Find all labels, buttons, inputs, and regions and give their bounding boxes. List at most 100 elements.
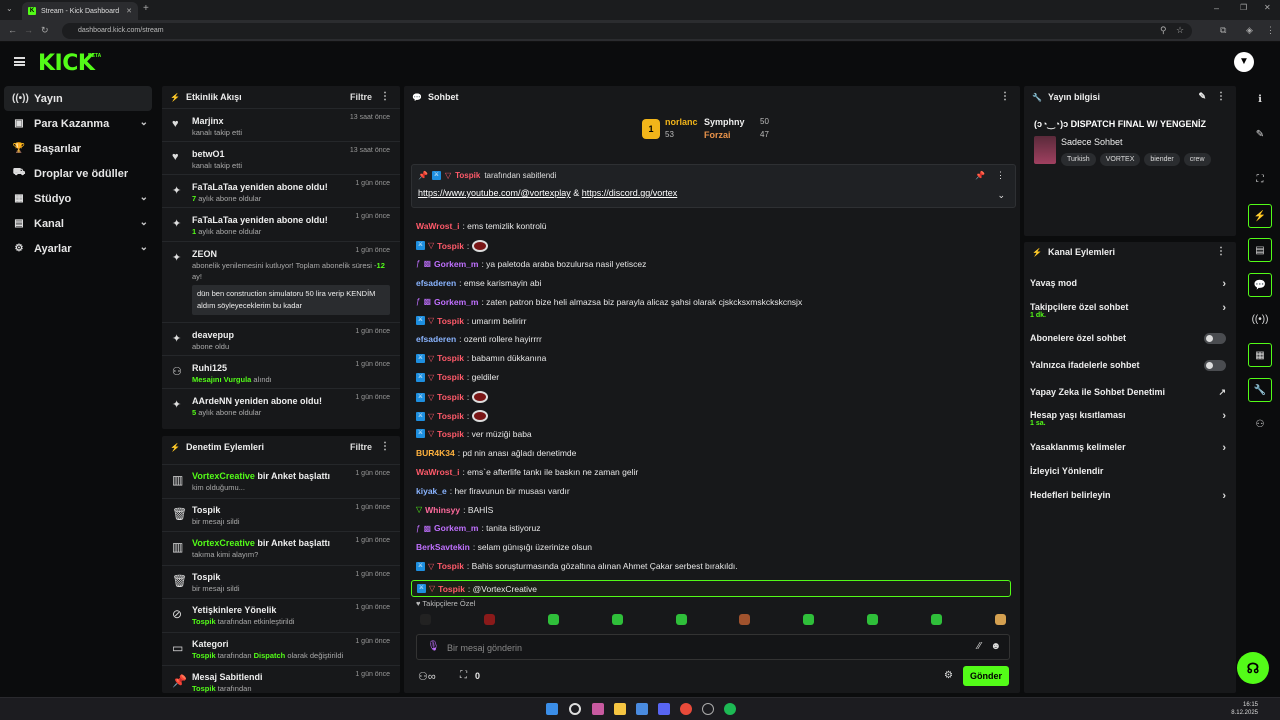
spotify-icon[interactable] xyxy=(724,703,736,715)
stream-tag[interactable]: biender xyxy=(1144,153,1180,166)
pinned-menu-icon[interactable]: ⋮ xyxy=(996,170,1005,181)
sidebar-item-5[interactable]: ▤ Kanal ⌄ xyxy=(0,211,160,236)
activity-toggle-icon[interactable]: ⚡ xyxy=(1248,204,1272,228)
quick-emote-icon[interactable] xyxy=(931,614,942,625)
pinned-youtube-link[interactable]: https://www.youtube.com/@vortexplay xyxy=(418,188,571,198)
user-avatar[interactable]: ▼ xyxy=(1234,52,1254,72)
pinned-discord-link[interactable]: https://discord.gg/vortex xyxy=(582,188,678,198)
channel-action-item[interactable]: Yalnızca ifadelerle sohbet xyxy=(1030,360,1226,371)
chevron-right-icon[interactable]: › xyxy=(1222,302,1226,314)
channel-action-item[interactable]: Hesap yaşı kısıtlaması 1 sa. › xyxy=(1030,410,1226,427)
chevron-right-icon[interactable]: › xyxy=(1222,410,1226,422)
activity-event[interactable]: ✦ deavepup abone oldu 1 gün önce xyxy=(162,322,400,355)
toggle-switch[interactable] xyxy=(1204,360,1226,371)
chat-message[interactable]: ⚔ ▽ Tospik: babamın dükkanına xyxy=(416,353,546,363)
sidebar-item-6[interactable]: ⚙ Ayarlar ⌄ xyxy=(0,236,160,261)
activity-event[interactable]: ✦ FaTaLaTaa yeniden abone oldu! 7 aylık ab… xyxy=(162,174,400,207)
chat-username[interactable]: WaWrost_i xyxy=(416,221,459,231)
sidebar-item-0[interactable]: ((•)) Yayın xyxy=(4,86,152,111)
chat-username[interactable]: BUR4K34 xyxy=(416,448,455,458)
discord-icon[interactable] xyxy=(658,703,670,715)
maximize-icon[interactable]: ❐ xyxy=(1240,3,1247,12)
activity-event[interactable]: ♥ betwO1 kanalı takip etti 13 saat önce xyxy=(162,141,400,174)
chat-username[interactable]: Gorkem_m xyxy=(434,297,478,307)
chat-message[interactable]: BUR4K34: pd nin anası ağladı denetimde xyxy=(416,448,576,458)
edit-pencil-icon[interactable]: ✎ xyxy=(1198,91,1206,102)
chat-username[interactable]: efsaderen xyxy=(416,278,456,288)
channel-action-item[interactable]: Yavaş mod › xyxy=(1030,278,1226,290)
activity-menu-icon[interactable]: ⋮ xyxy=(380,91,390,102)
chevron-down-icon[interactable]: ⌄ xyxy=(140,242,148,253)
chat-message[interactable]: ⚔ ▽ Tospik: ver müziği baba xyxy=(416,429,532,439)
moderation-event[interactable]: ▭ Kategori Tospik tarafından Dispatch olar… xyxy=(162,631,400,665)
chevron-right-icon[interactable]: › xyxy=(1222,490,1226,502)
info-icon[interactable]: ℹ xyxy=(1248,88,1272,112)
moderation-event[interactable]: ⊘ Yetişkinlere Yönelik Tospik tarafından e… xyxy=(162,598,400,631)
chat-username[interactable]: Tospik xyxy=(437,241,464,251)
chat-username[interactable]: BerkSavtekin xyxy=(416,542,470,552)
stream-tag[interactable]: crew xyxy=(1183,153,1211,166)
app-icon[interactable] xyxy=(636,703,648,715)
command-icon[interactable]: ⁄⁄ xyxy=(978,641,981,652)
moderation-event[interactable]: 📌 Mesaj Sabitlendi Tospik tarafından 1 gün … xyxy=(162,665,400,698)
sidebar-item-2[interactable]: 🏆 Başarılar xyxy=(0,136,160,161)
moderation-event[interactable]: 🗑 Tospik bir mesajı sildi 1 gün önce xyxy=(162,497,400,531)
store-icon[interactable]: ⛶ xyxy=(460,670,467,681)
chevron-down-icon[interactable]: ⌄ xyxy=(140,117,148,128)
channel-action-item[interactable]: Abonelere özel sohbet xyxy=(1030,333,1226,344)
help-button[interactable]: ☊ xyxy=(1237,652,1269,684)
profile-shield-icon[interactable]: ◈ xyxy=(1246,25,1253,36)
category-thumbnail[interactable] xyxy=(1034,136,1056,164)
chat-menu-icon[interactable]: ⋮ xyxy=(1000,91,1010,102)
activity-event[interactable]: ✦ AArdeNN yeniden abone oldu! 5 aylık abon… xyxy=(162,388,400,424)
chat-username[interactable]: Tospik xyxy=(437,392,464,402)
channel-action-item[interactable]: Hedefleri belirleyin › xyxy=(1030,490,1226,502)
zoom-icon[interactable]: ⚲ xyxy=(1160,25,1167,36)
chat-message[interactable]: WaWrost_i: ems`e afterlife tankı ile bas… xyxy=(416,467,638,477)
chat-message[interactable]: ⚔ ▽ Tospik: xyxy=(416,239,489,252)
toggle-switch[interactable] xyxy=(1204,333,1226,344)
chat-message[interactable]: ƒ ▩ Gorkem_m: ya paletoda araba bozulursa … xyxy=(416,259,646,269)
broadcast-toggle-icon[interactable]: ((•)) xyxy=(1248,308,1272,332)
activity-event[interactable]: ✦ FaTaLaTaa yeniden abone oldu! 1 aylık ab… xyxy=(162,207,400,241)
quick-emote-icon[interactable] xyxy=(547,614,559,625)
obs-icon[interactable] xyxy=(702,703,714,715)
tools-toggle-icon[interactable]: 🔧 xyxy=(1248,378,1272,402)
moderation-event[interactable]: ▥ VortexCreative bir Anket başlattı takıma… xyxy=(162,531,400,564)
channel-action-item[interactable]: Yapay Zeka ile Sohbet Denetimi ↗ xyxy=(1030,387,1226,397)
browser-tab[interactable]: K Stream - Kick Dashboard ✕ xyxy=(22,2,138,20)
chat-username[interactable]: Tospik xyxy=(437,561,464,571)
moderation-menu-icon[interactable]: ⋮ xyxy=(380,441,390,452)
url-field[interactable]: dashboard.kick.com/stream xyxy=(62,23,1192,39)
search-icon[interactable] xyxy=(569,703,581,715)
quick-emote-icon[interactable] xyxy=(420,614,431,625)
unpin-icon[interactable]: 📌 xyxy=(975,171,985,180)
fullscreen-icon[interactable]: ⛶ xyxy=(1248,168,1272,192)
channel-actions-menu-icon[interactable]: ⋮ xyxy=(1216,246,1226,257)
chat-username[interactable]: Whinsyy xyxy=(425,505,460,515)
chevron-down-icon[interactable]: ⌄ xyxy=(140,217,148,228)
widgets-icon[interactable] xyxy=(592,703,604,715)
chat-message[interactable]: ▽ Whinsyy: BAHİS xyxy=(416,505,493,515)
quick-emote-icon[interactable] xyxy=(739,614,751,625)
sidebar-item-3[interactable]: ⛟ Droplar ve ödüller xyxy=(0,161,160,186)
quick-emote-icon[interactable] xyxy=(867,614,879,625)
chrome-icon[interactable] xyxy=(680,703,692,715)
quick-emote-icon[interactable] xyxy=(483,614,495,625)
chat-message[interactable]: ƒ ▩ Gorkem_m: zaten patron bize heli almaz… xyxy=(416,297,802,307)
activity-event[interactable]: ⚇ Ruhi125 Mesajını Vurgula alındı 1 gün önc… xyxy=(162,355,400,388)
chat-input[interactable]: 🎙 Bir mesaj gönderin ⁄⁄ ☻ xyxy=(416,634,1010,660)
forward-icon[interactable]: → xyxy=(24,25,33,35)
chat-message[interactable]: ⚔ ▽ Tospik: Bahis soruşturmasında gözaltın… xyxy=(416,561,738,571)
quick-emote-icon[interactable] xyxy=(803,614,815,625)
notes-toggle-icon[interactable]: ▤ xyxy=(1248,238,1272,262)
hamburger-menu-icon[interactable] xyxy=(14,57,25,66)
channel-points-icon[interactable]: ⚇∞ xyxy=(418,670,436,683)
tab-list-icon[interactable]: ⌄ xyxy=(6,4,13,13)
chat-message[interactable]: ⚔ ▽ Tospik: geldiler xyxy=(416,372,499,382)
integrations-icon[interactable]: ⚇ xyxy=(1248,413,1272,437)
browser-menu-icon[interactable]: ⋮ xyxy=(1266,25,1275,36)
activity-filter-button[interactable]: Filtre xyxy=(350,92,372,102)
sidebar-item-4[interactable]: ▦ Stüdyo ⌄ xyxy=(0,186,160,211)
chevron-down-icon[interactable]: ⌄ xyxy=(140,192,148,203)
